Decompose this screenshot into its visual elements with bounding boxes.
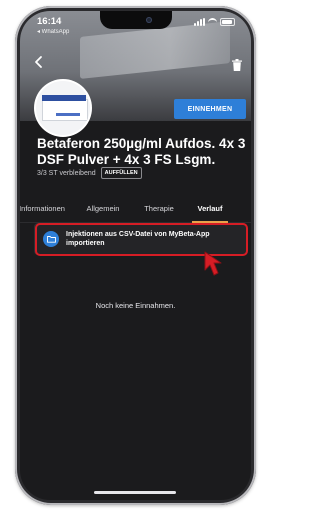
back-button[interactable] xyxy=(32,55,46,69)
package-stripe xyxy=(42,95,86,101)
status-time: 16:14 xyxy=(37,16,62,27)
product-title: Betaferon 250µg/ml Aufdos. 4x 3 DSF Pulv… xyxy=(37,136,246,167)
signal-icon xyxy=(194,17,205,26)
status-indicators xyxy=(194,17,235,26)
status-back-app-link[interactable]: ◂ WhatsApp xyxy=(37,28,69,35)
tab-informationen[interactable]: Informationen xyxy=(20,196,74,222)
tab-allgemein[interactable]: Allgemein xyxy=(74,196,132,222)
battery-icon xyxy=(220,17,235,26)
product-avatar xyxy=(36,81,90,135)
wifi-icon xyxy=(208,18,217,27)
package-box xyxy=(42,99,88,121)
chevron-left-icon xyxy=(35,56,42,68)
tab-bar: Informationen Allgemein Therapie Verlauf xyxy=(20,196,251,223)
tab-verlauf[interactable]: Verlauf xyxy=(186,196,234,223)
tab-therapie[interactable]: Therapie xyxy=(132,196,186,222)
app-screen: 16:14 ◂ WhatsApp EINNEHMEN Betaferon 250… xyxy=(20,11,251,500)
device-notch xyxy=(100,11,172,29)
package-label xyxy=(56,113,80,116)
remaining-stock: 3/3 ST verbleibend xyxy=(37,169,96,177)
front-camera xyxy=(146,17,152,23)
trash-icon xyxy=(232,59,242,71)
refill-button[interactable]: AUFFÜLLEN xyxy=(100,167,142,179)
cursor-arrow-icon xyxy=(199,248,227,278)
header-package-image xyxy=(80,21,230,79)
delete-button[interactable] xyxy=(232,58,242,71)
take-button[interactable]: EINNEHMEN xyxy=(174,99,246,119)
home-indicator[interactable] xyxy=(94,491,176,494)
stock-row: 3/3 ST verbleibend AUFFÜLLEN xyxy=(37,167,142,179)
empty-history-text: Noch keine Einnahmen. xyxy=(95,301,176,310)
